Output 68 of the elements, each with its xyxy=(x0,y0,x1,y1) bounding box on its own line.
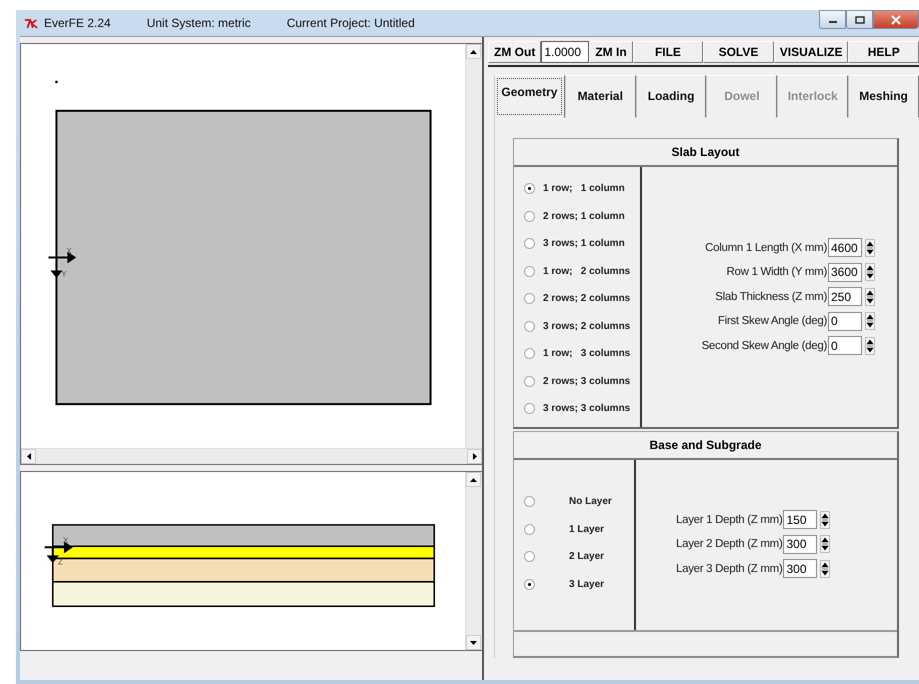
vertical-scrollbar[interactable] xyxy=(465,472,482,650)
window-title: EverFE 2.24 xyxy=(44,16,111,30)
radio-option[interactable]: 1 row; 2 columns xyxy=(524,258,640,286)
zoom-in-button[interactable]: ZM In xyxy=(589,41,633,63)
field-label: Row 1 Width (Y mm) xyxy=(726,266,827,278)
layer-section-drawing: X Z xyxy=(21,472,465,650)
menu-button[interactable]: VISUALIZE xyxy=(774,41,848,63)
number-field[interactable]: 150 xyxy=(783,510,818,530)
radio-option[interactable]: No Layer xyxy=(524,488,634,516)
radio-option[interactable]: 2 rows; 2 columns xyxy=(524,285,640,313)
radio-option[interactable]: 1 row; 1 column xyxy=(524,175,640,203)
field-label: Second Skew Angle (deg) xyxy=(702,340,827,352)
maximize-icon xyxy=(854,16,864,24)
close-button[interactable] xyxy=(873,10,919,29)
number-field[interactable]: 300 xyxy=(783,534,818,554)
project-label: Current Project: Untitled xyxy=(286,16,415,30)
panel-title: Slab Layout xyxy=(514,139,897,168)
zoom-out-button[interactable]: ZM Out xyxy=(488,41,542,63)
menu-button[interactable]: SOLVE xyxy=(703,41,774,63)
maximize-button[interactable] xyxy=(846,10,873,29)
number-field[interactable]: 4600 xyxy=(828,238,862,258)
field-label: Column 1 Length (X mm) xyxy=(705,242,827,254)
number-field[interactable]: 3600 xyxy=(828,262,862,282)
spinner-button[interactable] xyxy=(865,288,875,306)
right-arrow-icon xyxy=(472,453,476,460)
field-label: Layer 2 Depth (Z mm) xyxy=(676,538,782,550)
spinner-button[interactable] xyxy=(820,510,830,529)
spinner-button[interactable] xyxy=(820,535,830,554)
up-arrow-icon xyxy=(470,50,477,54)
number-field[interactable]: 250 xyxy=(828,287,862,306)
unit-system-label: Unit System: metric xyxy=(146,16,251,30)
horizontal-scrollbar[interactable] xyxy=(21,448,482,464)
up-arrow-icon xyxy=(470,478,477,482)
panel-title: Base and Subgrade xyxy=(514,432,897,460)
tab[interactable]: Meshing xyxy=(848,74,919,118)
zoom-field[interactable]: 1.0000 xyxy=(541,41,590,63)
spinner-button[interactable] xyxy=(865,312,875,330)
number-field[interactable]: 0 xyxy=(828,336,862,356)
left-arrow-icon xyxy=(26,453,30,460)
field-label: Layer 3 Depth (Z mm) xyxy=(676,562,782,575)
minimize-button[interactable] xyxy=(819,10,846,29)
field-label: Slab Thickness (Z mm) xyxy=(715,290,827,303)
spinner-button[interactable] xyxy=(820,560,830,578)
radio-option[interactable]: 3 Layer xyxy=(524,570,634,598)
radio-option[interactable]: 3 rows; 2 columns xyxy=(524,312,640,340)
close-icon xyxy=(891,14,901,24)
number-field[interactable]: 300 xyxy=(783,559,818,578)
vertical-scrollbar[interactable] xyxy=(465,44,482,448)
field-label: Layer 1 Depth (Z mm) xyxy=(676,514,782,526)
field-label: First Skew Angle (deg) xyxy=(718,315,827,328)
down-arrow-icon xyxy=(470,640,477,644)
menu-button[interactable]: FILE xyxy=(632,41,704,63)
number-field[interactable]: 0 xyxy=(828,312,862,331)
spinner-button[interactable] xyxy=(865,336,875,355)
radio-option[interactable]: 2 Layer xyxy=(524,542,634,570)
tab[interactable]: Material xyxy=(564,74,636,118)
spinner-button[interactable] xyxy=(865,263,875,282)
radio-option[interactable]: 1 Layer xyxy=(524,515,634,543)
spinner-button[interactable] xyxy=(865,238,875,257)
radio-option[interactable]: 2 rows; 3 columns xyxy=(524,368,640,396)
tab[interactable]: Geometry xyxy=(494,74,565,118)
tab[interactable]: Loading xyxy=(636,74,706,118)
radio-option[interactable]: 1 row; 3 columns xyxy=(524,340,640,368)
radio-option[interactable]: 2 rows; 1 column xyxy=(524,202,640,230)
feather-logo-icon xyxy=(24,18,38,28)
radio-option[interactable]: 3 rows; 1 column xyxy=(524,230,640,258)
radio-option[interactable]: 3 rows; 3 columns xyxy=(524,395,640,423)
menu-button[interactable]: HELP xyxy=(848,41,919,63)
